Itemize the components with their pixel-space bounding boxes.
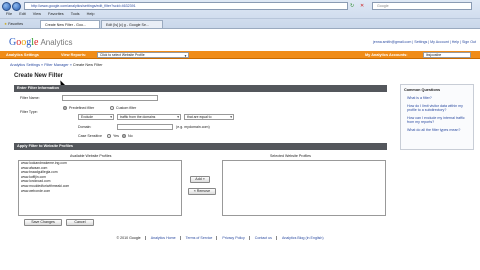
case-no-radio[interactable] <box>122 134 126 139</box>
predefined-filter-option[interactable]: Predefined filter <box>63 106 94 111</box>
copyright: © 2010 Google <box>112 236 146 240</box>
selected-profiles-title: Selected Website Profiles <box>270 154 311 158</box>
case-sensitive-label: Case Sensitive <box>78 134 102 138</box>
help-link[interactable]: How can I exclude my internal traffic fr… <box>401 115 473 127</box>
list-item[interactable]: www.webonde.com <box>19 189 181 194</box>
breadcrumb: Analytics Settings » Filter Manager » Cr… <box>10 63 103 67</box>
menu-help[interactable]: Help <box>87 12 95 16</box>
footer-link[interactable]: Analytics Home <box>146 236 181 240</box>
star-icon: ★ <box>4 22 8 26</box>
footer-link[interactable]: Contact us <box>250 236 277 240</box>
footer-link[interactable]: Analytics Blog (in English) <box>278 236 328 240</box>
page-title: Create New Filter <box>14 73 64 79</box>
tab-create-filter[interactable]: Create New Filter - Goo... <box>40 20 100 28</box>
account-links[interactable]: jenna.smith@gmail.com | Settings | My Ac… <box>373 40 476 44</box>
case-no-option[interactable]: No <box>122 134 133 139</box>
available-profiles-title: Available Website Profiles <box>70 154 112 158</box>
account-select[interactable]: lbsjoostbe <box>423 52 471 58</box>
predefined-radio[interactable] <box>63 106 67 111</box>
filter-info-header: Enter Filter Information <box>14 85 387 92</box>
tab-google-search[interactable]: Edit [Is] [c] g - Google Se... <box>101 20 163 28</box>
breadcrumb-filter-manager[interactable]: Filter Manager <box>44 63 68 67</box>
menu-edit[interactable]: Edit <box>19 12 26 16</box>
forward-button[interactable] <box>12 2 21 11</box>
page-footer: © 2010 Google Analytics Home Terms of Se… <box>60 236 380 240</box>
custom-radio[interactable] <box>110 106 114 111</box>
available-profiles-list[interactable]: www.lookandmakeme.ing.com www.afwaan.com… <box>18 160 182 216</box>
common-questions-title: Common Questions <box>404 88 441 92</box>
case-yes-option[interactable]: Yes <box>107 134 119 139</box>
include-exclude-select[interactable]: Exclude <box>78 114 114 120</box>
apply-filter-header: Apply Filter to Website Profiles <box>14 143 387 150</box>
footer-link[interactable]: Privacy Policy <box>218 236 250 240</box>
my-accounts-label: My Analytics Accounts: <box>365 53 408 57</box>
domain-label: Domain: <box>78 125 92 129</box>
menu-favorites[interactable]: Favorites <box>48 12 64 16</box>
browser-chrome: http://www.google.com/analytics/settings… <box>0 0 480 29</box>
stop-icon[interactable]: ✕ <box>360 2 369 10</box>
analytics-header: Google Analytics jenna.smith@gmail.com | … <box>0 29 480 51</box>
menu-tools[interactable]: Tools <box>71 12 80 16</box>
menu-bar: File Edit View Favorites Tools Help <box>0 11 480 18</box>
address-bar[interactable]: http://www.google.com/analytics/settings… <box>24 2 348 10</box>
match-type-select[interactable]: that are equal to <box>184 114 234 120</box>
traffic-source-select[interactable]: traffic from the domains <box>117 114 181 120</box>
cancel-button[interactable]: Cancel <box>66 219 94 226</box>
analytics-settings-link[interactable]: Analytics Settings <box>3 51 42 59</box>
refresh-icon[interactable]: ↻ <box>350 2 359 10</box>
favorites-button[interactable]: Favorites <box>8 22 23 26</box>
help-link[interactable]: What is a filter? <box>401 95 473 103</box>
help-link[interactable]: What do all the filter types mean? <box>401 127 473 135</box>
remove-button[interactable]: « Remove <box>188 188 216 195</box>
menu-view[interactable]: View <box>33 12 41 16</box>
menu-file[interactable]: File <box>6 12 12 16</box>
analytics-navbar: Analytics Settings View Reports: Click t… <box>0 51 480 59</box>
custom-filter-option[interactable]: Custom filter <box>110 106 136 111</box>
domain-hint: (e.g. mydomain.com) <box>176 125 210 129</box>
footer-link[interactable]: Terms of Service <box>181 236 218 240</box>
back-button[interactable] <box>2 2 11 11</box>
view-reports-label: View Reports: <box>61 53 87 57</box>
filter-type-label: Filter Type: <box>20 110 38 114</box>
chevron-down-icon: ▼ <box>184 54 187 58</box>
add-button[interactable]: Add » <box>190 176 210 183</box>
case-yes-radio[interactable] <box>107 134 111 139</box>
filter-name-label: Filter Name: <box>20 96 40 100</box>
help-link[interactable]: How do I limit visitor data within my pr… <box>401 103 473 115</box>
domain-input[interactable] <box>117 124 173 130</box>
breadcrumb-current: Create New Filter <box>72 63 103 67</box>
filter-name-input[interactable] <box>62 95 158 101</box>
profile-select[interactable]: Click to select Website Profile ▼ <box>97 52 189 58</box>
save-changes-button[interactable]: Save Changes <box>24 219 62 226</box>
breadcrumb-settings[interactable]: Analytics Settings <box>10 63 40 67</box>
common-questions-panel: Common Questions What is a filter? How d… <box>400 84 474 150</box>
browser-search-input[interactable]: Google <box>372 2 472 10</box>
selected-profiles-list[interactable] <box>222 160 386 216</box>
google-analytics-logo[interactable]: Google Analytics <box>9 37 72 48</box>
